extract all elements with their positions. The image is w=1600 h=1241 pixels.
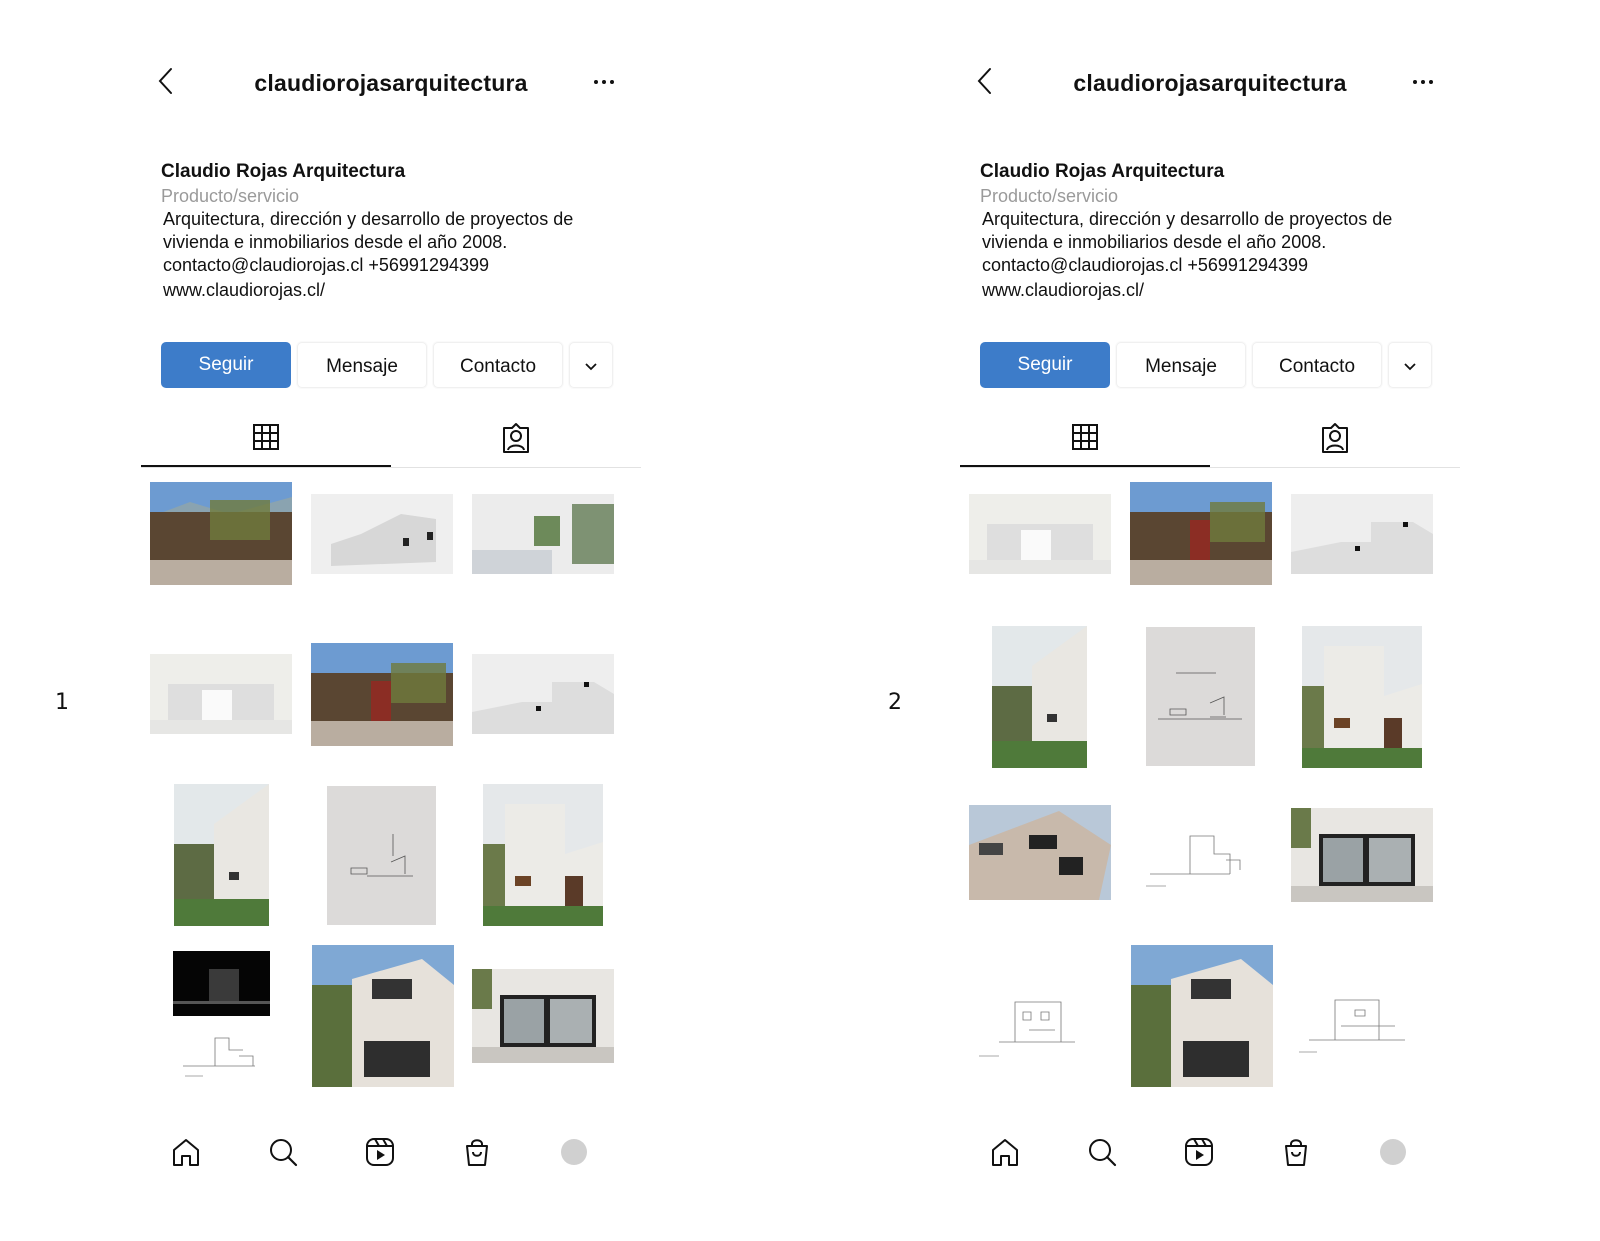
more-options-button[interactable]: [1408, 66, 1438, 96]
bio-website-link[interactable]: www.claudiorojas.cl/: [980, 277, 1440, 303]
post-thumbnail[interactable]: [1131, 945, 1273, 1087]
profile-actions: Seguir Mensaje Contacto: [161, 342, 621, 388]
post-thumbnail[interactable]: [992, 626, 1087, 768]
post-thumbnail[interactable]: [150, 482, 292, 585]
tab-tagged[interactable]: [391, 408, 641, 467]
post-thumbnail[interactable]: [975, 986, 1085, 1066]
post-thumbnail[interactable]: [311, 494, 453, 574]
shop-icon: [466, 1139, 488, 1166]
profile-category: Producto/servicio: [980, 186, 1119, 206]
grid-icon: [1072, 423, 1098, 450]
profile-category: Producto/servicio: [161, 186, 300, 206]
nav-home[interactable]: [985, 1132, 1025, 1172]
post-thumbnail[interactable]: [1291, 494, 1433, 574]
profile-username: claudiorojasarquitectura: [1073, 70, 1347, 96]
follow-button[interactable]: Seguir: [980, 342, 1110, 388]
post-thumbnail[interactable]: [483, 784, 603, 926]
post-thumbnail[interactable]: [969, 494, 1111, 574]
message-button[interactable]: Mensaje: [297, 342, 427, 388]
ellipsis-icon: [1413, 80, 1433, 84]
profile-actions: Seguir Mensaje Contacto: [980, 342, 1440, 388]
bio-description-line: Arquitectura, dirección y desarrollo de …: [163, 209, 574, 229]
chevron-down-icon: [1404, 362, 1416, 370]
shop-icon: [1285, 1139, 1307, 1166]
profile-display-name: Claudio Rojas Arquitectura: [980, 161, 1225, 182]
post-thumbnail[interactable]: [472, 969, 614, 1063]
bottom-nav: [141, 1128, 641, 1178]
posts-grid: [960, 480, 1460, 1120]
reels-icon: [366, 1138, 394, 1166]
bio-contact[interactable]: contacto@claudiorojas.cl +56991294399: [161, 254, 621, 277]
top-bar: claudiorojasarquitectura: [960, 60, 1460, 104]
profile-screen-2: claudiorojasarquitectura Claudio Rojas A…: [960, 0, 1460, 1241]
ellipsis-icon: [594, 80, 614, 84]
post-thumbnail[interactable]: [1302, 626, 1422, 768]
post-thumbnail[interactable]: [1140, 826, 1260, 891]
post-thumbnail[interactable]: [472, 654, 614, 734]
more-options-button[interactable]: [589, 66, 619, 96]
follow-button[interactable]: Seguir: [161, 342, 291, 388]
nav-shop[interactable]: [457, 1132, 497, 1172]
message-button[interactable]: Mensaje: [1116, 342, 1246, 388]
profile-avatar: [561, 1139, 587, 1165]
bio-description-line: Arquitectura, dirección y desarrollo de …: [982, 209, 1393, 229]
chevron-down-icon: [585, 362, 597, 370]
post-thumbnail[interactable]: [969, 805, 1111, 900]
tagged-person-icon: [1322, 422, 1348, 453]
home-icon: [173, 1139, 199, 1166]
top-bar: claudiorojasarquitectura: [141, 60, 641, 104]
post-thumbnail[interactable]: [327, 786, 436, 925]
profile-avatar: [1380, 1139, 1406, 1165]
reels-icon: [1185, 1138, 1213, 1166]
suggested-accounts-button[interactable]: [1388, 342, 1432, 388]
posts-grid: [141, 480, 641, 1120]
profile-display-name: Claudio Rojas Arquitectura: [161, 161, 406, 182]
post-thumbnail[interactable]: [1146, 627, 1255, 766]
home-icon: [992, 1139, 1018, 1166]
tab-posts-grid[interactable]: [960, 408, 1210, 467]
tab-posts-grid[interactable]: [141, 408, 391, 467]
profile-tabs: [141, 408, 641, 468]
profile-screen-1: claudiorojasarquitectura Claudio Rojas A…: [141, 0, 641, 1241]
contact-button[interactable]: Contacto: [1252, 342, 1382, 388]
nav-search[interactable]: [263, 1132, 303, 1172]
post-thumbnail[interactable]: [173, 951, 270, 1016]
post-thumbnail[interactable]: [174, 784, 269, 926]
profile-bio: Claudio Rojas Arquitectura Producto/serv…: [161, 160, 621, 303]
post-thumbnail[interactable]: [472, 494, 614, 574]
panel-number: 1: [55, 690, 69, 715]
tagged-person-icon: [503, 422, 529, 453]
contact-button[interactable]: Contacto: [433, 342, 563, 388]
post-thumbnail[interactable]: [312, 945, 454, 1087]
nav-profile[interactable]: [1373, 1132, 1413, 1172]
nav-search[interactable]: [1082, 1132, 1122, 1172]
post-thumbnail[interactable]: [1130, 482, 1272, 585]
suggested-accounts-button[interactable]: [569, 342, 613, 388]
grid-icon: [253, 423, 279, 450]
nav-home[interactable]: [166, 1132, 206, 1172]
nav-reels[interactable]: [1179, 1132, 1219, 1172]
bio-description-line: vivienda e inmobiliarios desde el año 20…: [163, 232, 508, 252]
profile-bio: Claudio Rojas Arquitectura Producto/serv…: [980, 160, 1440, 303]
post-thumbnail[interactable]: [1295, 986, 1415, 1066]
panel-number: 2: [888, 690, 902, 715]
profile-tabs: [960, 408, 1460, 468]
search-icon: [1089, 1139, 1117, 1167]
post-thumbnail[interactable]: [1291, 808, 1433, 902]
nav-profile[interactable]: [554, 1132, 594, 1172]
bio-contact[interactable]: contacto@claudiorojas.cl +56991294399: [980, 254, 1440, 277]
post-thumbnail[interactable]: [150, 654, 292, 734]
tab-tagged[interactable]: [1210, 408, 1460, 467]
profile-username: claudiorojasarquitectura: [254, 70, 528, 96]
bio-description-line: vivienda e inmobiliarios desde el año 20…: [982, 232, 1327, 252]
bio-website-link[interactable]: www.claudiorojas.cl/: [161, 277, 621, 303]
nav-shop[interactable]: [1276, 1132, 1316, 1172]
post-thumbnail[interactable]: [181, 1030, 261, 1080]
search-icon: [270, 1139, 298, 1167]
bottom-nav: [960, 1128, 1460, 1178]
nav-reels[interactable]: [360, 1132, 400, 1172]
post-thumbnail[interactable]: [311, 643, 453, 746]
